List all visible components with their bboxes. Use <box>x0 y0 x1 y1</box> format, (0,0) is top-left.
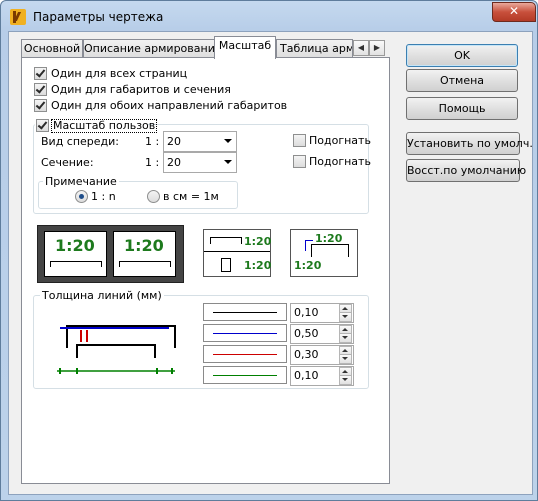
spin-down-icon[interactable] <box>339 354 352 364</box>
front-view-label: Вид спереди: <box>41 135 120 148</box>
close-button[interactable]: ✕ <box>492 2 536 22</box>
preview-leader <box>305 240 313 251</box>
note-legend: Примечание <box>43 175 119 188</box>
preview-big-right-page: 1:20 <box>113 231 176 277</box>
help-button[interactable]: Помощь <box>406 97 518 120</box>
line-thickness-diagram <box>57 325 176 374</box>
line-sample-1[interactable] <box>203 303 287 321</box>
preview-mid-bottom-scale: 1:20 <box>244 259 272 272</box>
preview-outline <box>210 237 242 244</box>
line-thickness-value: 0,30 <box>294 348 319 361</box>
preview-layout-right[interactable]: 1:20 1:20 <box>290 229 358 277</box>
one-for-all-pages-label: Один для всех страниц <box>51 67 188 80</box>
front-fit-label: Подогнать <box>309 134 371 147</box>
spin-down-icon[interactable] <box>339 333 352 343</box>
restore-default-button[interactable]: Восст.по умолчанию <box>406 159 526 182</box>
spin-down-icon[interactable] <box>339 312 352 322</box>
chevron-down-icon <box>224 160 232 164</box>
line-sample-4[interactable] <box>203 366 287 384</box>
front-scale-value: 20 <box>167 135 181 148</box>
preview-divider <box>204 251 270 252</box>
section-scale-value: 20 <box>167 156 181 169</box>
section-label: Сечение: <box>41 156 94 169</box>
line-thickness-spin-4[interactable]: 0,10 <box>290 366 354 386</box>
section-scale-select[interactable]: 20 <box>163 152 237 173</box>
user-scale-checkbox[interactable] <box>36 119 49 132</box>
line-thickness-value: 0,10 <box>294 306 319 319</box>
note-cm-label: в см = 1м <box>163 190 219 203</box>
one-for-both-directions-label: Один для обоих направлений габаритов <box>51 99 288 112</box>
section-fit-checkbox[interactable] <box>293 155 306 168</box>
line-thickness-spin-3[interactable]: 0,30 <box>290 345 354 365</box>
set-default-button[interactable]: Установить по умолч. <box>406 132 533 155</box>
note-1n-label: 1 : n <box>91 190 116 203</box>
preview-layout-big[interactable]: 1:20 1:20 <box>37 225 184 283</box>
section-scale-prefix: 1 : <box>145 156 160 169</box>
line-thickness-value: 0,50 <box>294 327 319 340</box>
one-for-both-directions-checkbox[interactable] <box>34 99 47 112</box>
preview-big-left-scale: 1:20 <box>55 236 95 255</box>
section-fit-label: Подогнать <box>309 155 371 168</box>
one-for-dims-sections-label: Один для габаритов и сечения <box>51 83 231 96</box>
preview-right-bottom-scale: 1:20 <box>294 259 322 272</box>
line-sample-stroke <box>213 354 277 355</box>
diagram-inner-outline <box>76 344 156 358</box>
line-thickness-spin-2[interactable]: 0,50 <box>290 324 354 344</box>
preview-big-left-page: 1:20 <box>44 231 107 277</box>
line-thickness-value: 0,10 <box>294 369 319 382</box>
line-thickness-legend: Толщина линий (мм) <box>40 289 164 302</box>
front-scale-select[interactable]: 20 <box>163 131 237 152</box>
front-scale-prefix: 1 : <box>145 135 160 148</box>
line-sample-2[interactable] <box>203 324 287 342</box>
note-1n-radio[interactable] <box>75 190 88 203</box>
preview-section-box <box>221 258 231 272</box>
tab-reinforcement-description[interactable]: Описание армирования <box>83 39 215 59</box>
line-sample-stroke <box>213 312 277 313</box>
app-icon <box>10 9 26 25</box>
user-scale-label: Масштаб пользов <box>51 119 158 133</box>
preview-outline <box>311 244 349 257</box>
note-cm-radio[interactable] <box>147 190 160 203</box>
one-for-all-pages-checkbox[interactable] <box>34 67 47 80</box>
preview-outline <box>119 261 171 267</box>
preview-big-right-scale: 1:20 <box>124 236 164 255</box>
title-bar[interactable]: Параметры чертежа ✕ <box>1 1 537 31</box>
line-sample-stroke <box>213 375 277 376</box>
window-title: Параметры чертежа <box>33 10 164 24</box>
tab-scroll-right-icon[interactable]: ▶ <box>369 40 385 56</box>
front-fit-checkbox[interactable] <box>293 134 306 147</box>
tab-reinforcement-table[interactable]: Таблица арма <box>276 39 353 59</box>
line-sample-3[interactable] <box>203 345 287 363</box>
preview-right-top-scale: 1:20 <box>315 232 343 245</box>
ok-button[interactable]: OK <box>406 44 518 67</box>
line-thickness-spin-1[interactable]: 0,10 <box>290 303 354 323</box>
preview-layout-mid[interactable]: 1:20 1:20 <box>203 229 271 277</box>
preview-mid-top-scale: 1:20 <box>244 235 272 248</box>
tab-scale[interactable]: Масштаб <box>214 36 276 59</box>
chevron-down-icon <box>224 139 232 143</box>
tab-scroll-left-icon[interactable]: ◀ <box>353 40 369 56</box>
cancel-button[interactable]: Отмена <box>406 69 518 92</box>
one-for-dims-sections-checkbox[interactable] <box>34 83 47 96</box>
preview-outline <box>50 261 102 267</box>
line-sample-stroke <box>213 333 277 334</box>
tab-main[interactable]: Основной <box>21 39 83 59</box>
spin-down-icon[interactable] <box>339 375 352 385</box>
